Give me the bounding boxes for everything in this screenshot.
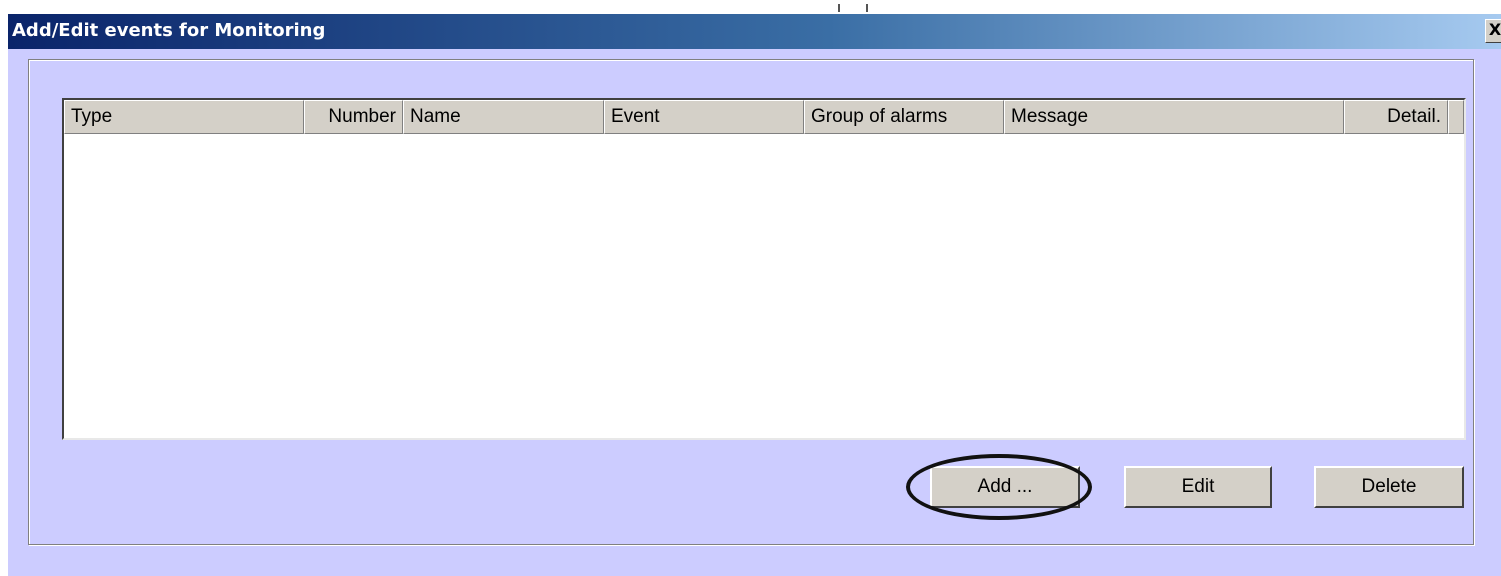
- column-header-event[interactable]: Event: [604, 100, 804, 134]
- column-header-name[interactable]: Name: [403, 100, 604, 134]
- add-button[interactable]: Add ...: [930, 466, 1080, 508]
- background-mark: [838, 4, 868, 12]
- column-header-detail[interactable]: Detail.: [1344, 100, 1448, 134]
- title-bar[interactable]: Add/Edit events for Monitoring X: [8, 14, 1501, 49]
- events-list-view[interactable]: Type Number Name Event Group of alarms M…: [62, 98, 1466, 440]
- column-header-filler: [1448, 100, 1464, 134]
- window-title: Add/Edit events for Monitoring: [12, 20, 326, 41]
- column-header-group-of-alarms[interactable]: Group of alarms: [804, 100, 1004, 134]
- page: Add/Edit events for Monitoring X Type Nu…: [0, 0, 1501, 576]
- column-header-number[interactable]: Number: [304, 100, 403, 134]
- column-header-type[interactable]: Type: [64, 100, 304, 134]
- column-header-message[interactable]: Message: [1004, 100, 1344, 134]
- close-button[interactable]: X: [1485, 19, 1501, 43]
- edit-button[interactable]: Edit: [1124, 466, 1272, 508]
- list-header: Type Number Name Event Group of alarms M…: [64, 100, 1464, 134]
- delete-button[interactable]: Delete: [1314, 466, 1464, 508]
